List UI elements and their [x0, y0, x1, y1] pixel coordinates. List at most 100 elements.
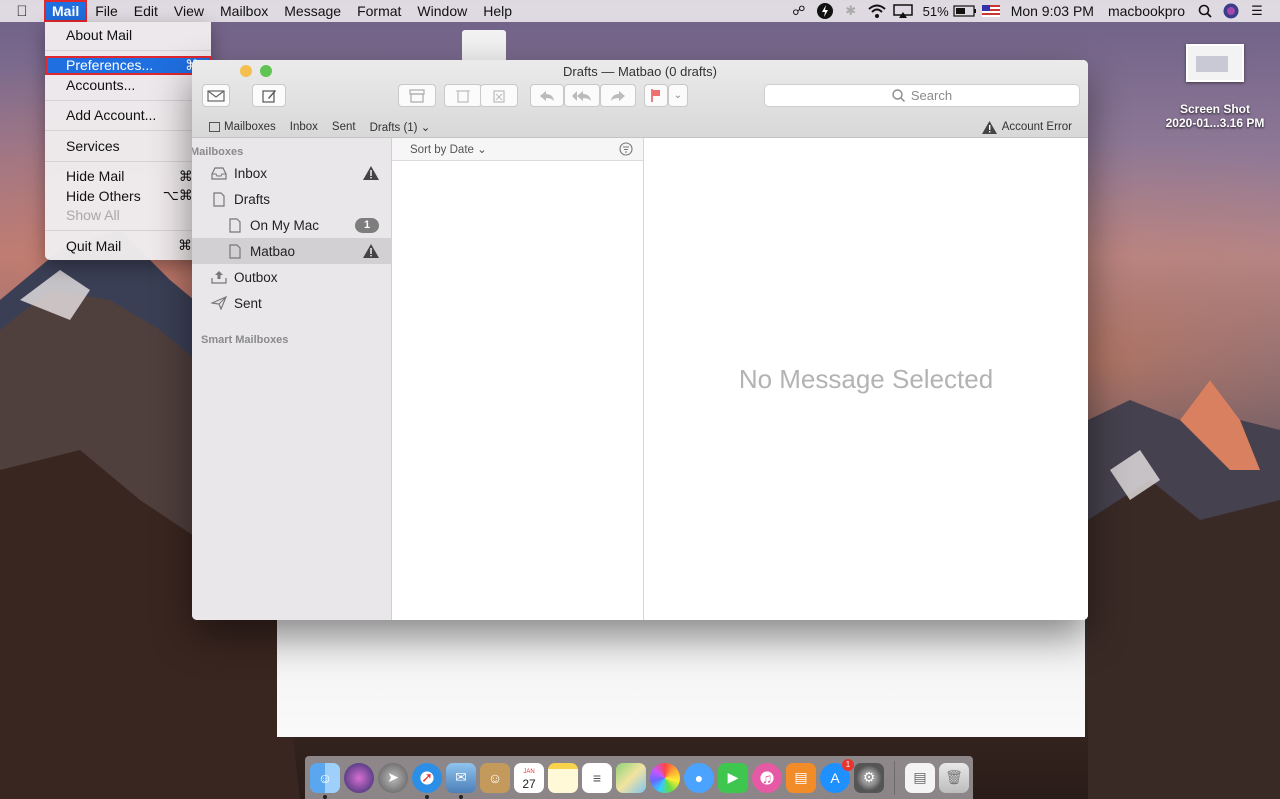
flash-icon[interactable]: [812, 0, 838, 22]
menu-separator: [45, 99, 211, 101]
archive-icon: [409, 88, 425, 103]
fav-mailboxes[interactable]: Mailboxes: [209, 121, 276, 133]
filter-icon[interactable]: [619, 142, 633, 156]
calendar-icon[interactable]: JAN 27: [514, 762, 544, 793]
menu-item-add-account[interactable]: Add Account...: [45, 106, 211, 126]
us-flag-icon[interactable]: [978, 0, 1004, 22]
delete-button[interactable]: [444, 84, 482, 107]
warning-icon: [981, 120, 997, 134]
screenshot-thumbnail: [1186, 44, 1244, 82]
menu-separator: [45, 160, 211, 162]
sidebar-section-mailboxes[interactable]: Mailboxes: [192, 138, 391, 160]
airplay-icon[interactable]: [890, 0, 916, 22]
siri-icon[interactable]: [344, 762, 374, 793]
ibooks-icon[interactable]: ▤: [786, 762, 816, 793]
document-icon: [226, 243, 244, 259]
photos-icon[interactable]: [650, 762, 680, 793]
junk-icon: [493, 90, 505, 103]
menu-edit[interactable]: Edit: [126, 0, 166, 22]
flag-menu-button[interactable]: ⌄: [668, 84, 688, 107]
mail-app-icon[interactable]: ✉: [446, 762, 476, 799]
sidebar-section-smart-mailboxes[interactable]: Smart Mailboxes: [192, 316, 391, 352]
creative-cloud-icon[interactable]: ☍: [786, 0, 812, 22]
archive-button[interactable]: [398, 84, 436, 107]
menu-file[interactable]: File: [87, 0, 126, 22]
reminders-icon[interactable]: ≡: [582, 762, 612, 793]
menubar-username[interactable]: macbookpro: [1101, 3, 1192, 19]
menu-item-preferences[interactable]: Preferences...⌘,: [45, 55, 211, 75]
maps-icon[interactable]: [616, 762, 646, 793]
menubar-clock[interactable]: Mon 9:03 PM: [1004, 3, 1101, 19]
notification-center-icon[interactable]: ☰: [1244, 0, 1270, 22]
sidebar-item-outbox[interactable]: Outbox: [192, 264, 391, 290]
menu-help[interactable]: Help: [475, 0, 520, 22]
sidebar-item-sent[interactable]: Sent: [192, 290, 391, 316]
facetime-icon[interactable]: ▶: [718, 762, 748, 793]
system-preferences-icon[interactable]: ⚙: [854, 762, 884, 793]
menu-item-accounts[interactable]: Accounts...: [45, 75, 211, 95]
siri-icon[interactable]: [1218, 0, 1244, 22]
safari-icon[interactable]: ➚: [412, 762, 442, 799]
fav-inbox[interactable]: Inbox: [290, 121, 318, 133]
menu-window[interactable]: Window: [409, 0, 475, 22]
search-field[interactable]: Search: [764, 84, 1080, 107]
flag-button[interactable]: [644, 84, 668, 107]
dock: ☺ ➤ ➚ ✉ ☺ JAN 27 ≡ ● ▶ ♫ ▤ A1 ⚙ ▤ 🗑: [305, 756, 973, 799]
menu-mailbox[interactable]: Mailbox: [212, 0, 276, 22]
apple-menu-icon[interactable]: : [0, 3, 44, 20]
menu-mail[interactable]: Mail: [44, 0, 88, 22]
menu-message[interactable]: Message: [276, 0, 349, 22]
reply-button[interactable]: [530, 84, 564, 107]
finder-icon[interactable]: ☺: [310, 762, 340, 799]
reply-all-button[interactable]: [564, 84, 600, 107]
menu-item-quit-mail[interactable]: Quit Mail ⌘Q: [45, 236, 211, 256]
itunes-icon[interactable]: ♫: [752, 762, 782, 793]
mail-menu-dropdown: About Mail Preferences...⌘, Accounts... …: [45, 22, 211, 260]
window-title: Drafts — Matbao (0 drafts): [563, 64, 717, 79]
menu-view[interactable]: View: [166, 0, 212, 22]
menu-item-hide-others[interactable]: Hide Others ⌥⌘H: [45, 186, 211, 206]
document-icon: [226, 217, 244, 233]
menu-format[interactable]: Format: [349, 0, 409, 22]
contacts-icon[interactable]: ☺: [480, 762, 510, 793]
forward-icon: [611, 90, 625, 101]
wifi-icon[interactable]: [864, 0, 890, 22]
warning-icon: [363, 244, 379, 258]
mailbox-sidebar: Mailboxes Inbox Drafts On My Mac 1 Matba…: [192, 138, 392, 620]
bluetooth-icon[interactable]: ✱: [838, 0, 864, 22]
junk-button[interactable]: [480, 84, 518, 107]
compose-button[interactable]: [252, 84, 286, 107]
mail-window: Drafts — Matbao (0 drafts) ⌄ Search Mail…: [192, 60, 1088, 620]
account-error-indicator[interactable]: Account Error: [981, 120, 1072, 134]
menu-separator: [45, 230, 211, 231]
file-name-line1: Screen Shot: [1179, 102, 1251, 116]
sidebar-item-drafts[interactable]: Drafts: [192, 186, 391, 212]
fav-drafts[interactable]: Drafts (1) ⌄: [370, 120, 431, 134]
search-icon: [892, 89, 905, 102]
menu-item-services[interactable]: Services▶: [45, 136, 211, 156]
launchpad-icon[interactable]: ➤: [378, 762, 408, 793]
app-store-icon[interactable]: A1: [820, 758, 854, 793]
envelope-icon: [207, 89, 225, 102]
sidebar-item-matbao[interactable]: Matbao: [192, 238, 391, 264]
messages-icon[interactable]: ●: [684, 762, 714, 793]
document-stack-icon[interactable]: ▤: [905, 762, 935, 793]
sidebar-item-inbox[interactable]: Inbox: [192, 160, 391, 186]
dock-separator: [894, 760, 895, 795]
menu-item-hide-mail[interactable]: Hide Mail ⌘H: [45, 167, 211, 187]
search-placeholder: Search: [910, 88, 953, 103]
sort-by-date-button[interactable]: Sort by Date ⌄: [410, 142, 487, 156]
trash-icon[interactable]: 🗑: [939, 762, 969, 793]
spotlight-search-icon[interactable]: [1192, 0, 1218, 22]
fav-sent[interactable]: Sent: [332, 121, 356, 133]
desktop-screenshot-file[interactable]: Screen Shot 2020-01...3.16 PM: [1160, 44, 1270, 130]
menu-item-about-mail[interactable]: About Mail: [45, 25, 211, 45]
notes-icon[interactable]: [548, 762, 578, 793]
battery-icon[interactable]: [952, 0, 978, 22]
unread-count-badge: 1: [355, 217, 379, 233]
sidebar-item-on-my-mac[interactable]: On My Mac 1: [192, 212, 391, 238]
get-mail-button[interactable]: [202, 84, 230, 107]
forward-button[interactable]: [600, 84, 636, 107]
running-indicator: [459, 794, 463, 799]
menu-bar:  Mail File Edit View Mailbox Message Fo…: [0, 0, 1280, 22]
